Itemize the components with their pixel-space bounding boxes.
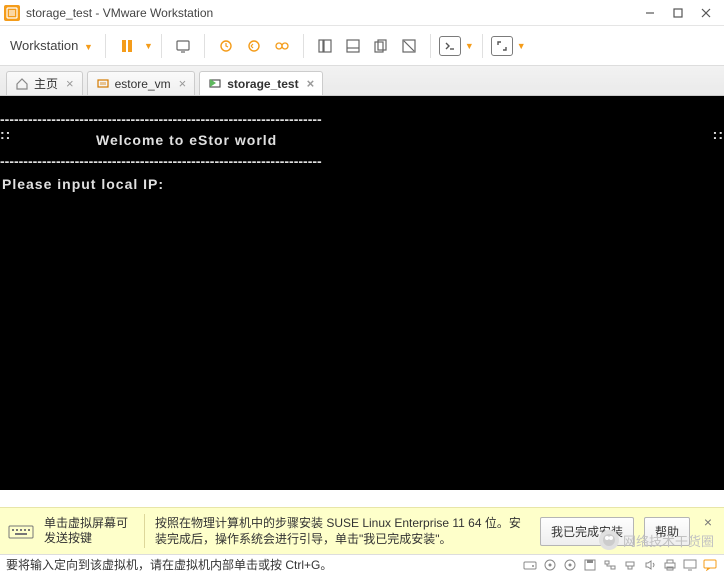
tab-label: estore_vm [115, 77, 171, 91]
status-cd2-icon[interactable] [562, 558, 578, 572]
layout-tabs-button[interactable] [368, 33, 394, 59]
infobar-hint-keyboard: 单击虚拟屏幕可发送按键 [44, 516, 134, 546]
snapshot-revert-button[interactable] [241, 33, 267, 59]
status-text: 要将输入定向到该虚拟机，请在虚拟机内部单击或按 Ctrl+G。 [6, 556, 518, 573]
vm-console[interactable]: ----------------------------------------… [0, 96, 724, 490]
status-sound-icon[interactable] [642, 558, 658, 572]
power-dropdown[interactable]: ▼ [144, 41, 153, 51]
console-border-right: :: [710, 126, 724, 154]
fullscreen-button[interactable] [491, 36, 513, 56]
console-border-top: ----------------------------------------… [0, 112, 724, 126]
snapshot-manage-button[interactable] [269, 33, 295, 59]
console-border-left: :: [0, 126, 8, 154]
minimize-button[interactable] [636, 3, 664, 23]
console-border-bottom: ----------------------------------------… [0, 154, 724, 168]
status-network-icon[interactable] [602, 558, 618, 572]
infobar-close-icon[interactable]: × [700, 514, 716, 530]
toolbar: Workstation ▼ ▼ ▼ ▼ [0, 26, 724, 66]
tab-close-icon[interactable]: × [307, 76, 315, 91]
tab-label: 主页 [34, 75, 58, 92]
console-prompt: Please input local IP: [0, 168, 724, 192]
tab-estore-vm[interactable]: estore_vm × [87, 71, 196, 95]
tab-close-icon[interactable]: × [66, 76, 74, 91]
status-message-icon[interactable] [702, 558, 718, 572]
fullscreen-dropdown[interactable]: ▼ [517, 41, 526, 51]
close-button[interactable] [692, 3, 720, 23]
console-view-button[interactable] [439, 36, 461, 56]
tab-storage-test[interactable]: storage_test × [199, 71, 323, 95]
status-printer-icon[interactable] [662, 558, 678, 572]
maximize-button[interactable] [664, 3, 692, 23]
keyboard-icon [8, 520, 34, 542]
vm-icon [96, 77, 110, 91]
console-dropdown[interactable]: ▼ [465, 41, 474, 51]
status-usb-icon[interactable] [622, 558, 638, 572]
home-icon [15, 77, 29, 91]
status-cd-icon[interactable] [542, 558, 558, 572]
watermark: 网络技术干货圈 [599, 530, 714, 550]
app-icon [4, 5, 20, 21]
snapshot-take-button[interactable] [213, 33, 239, 59]
window-title: storage_test - VMware Workstation [26, 6, 213, 20]
vm-running-icon [208, 77, 222, 91]
status-bar: 要将输入定向到该虚拟机，请在虚拟机内部单击或按 Ctrl+G。 [0, 554, 724, 574]
tab-bar: 主页 × estore_vm × storage_test × [0, 66, 724, 96]
status-floppy-icon[interactable] [582, 558, 598, 572]
status-display-icon[interactable] [682, 558, 698, 572]
layout-unity-button[interactable] [396, 33, 422, 59]
watermark-text: 网络技术干货圈 [623, 531, 714, 550]
status-disk-icon[interactable] [522, 558, 538, 572]
tab-close-icon[interactable]: × [179, 76, 187, 91]
watermark-icon [599, 530, 619, 550]
pause-button[interactable] [114, 33, 140, 59]
layout-split-button[interactable] [340, 33, 366, 59]
console-welcome: Welcome to eStor world [8, 126, 710, 154]
send-ctrl-alt-del-button[interactable] [170, 33, 196, 59]
workstation-menu[interactable]: Workstation ▼ [6, 34, 97, 57]
layout-single-button[interactable] [312, 33, 338, 59]
infobar-hint-install: 按照在物理计算机中的步骤安装 SUSE Linux Enterprise 11 … [155, 515, 530, 547]
tab-home[interactable]: 主页 × [6, 71, 83, 95]
tab-label: storage_test [227, 77, 298, 91]
